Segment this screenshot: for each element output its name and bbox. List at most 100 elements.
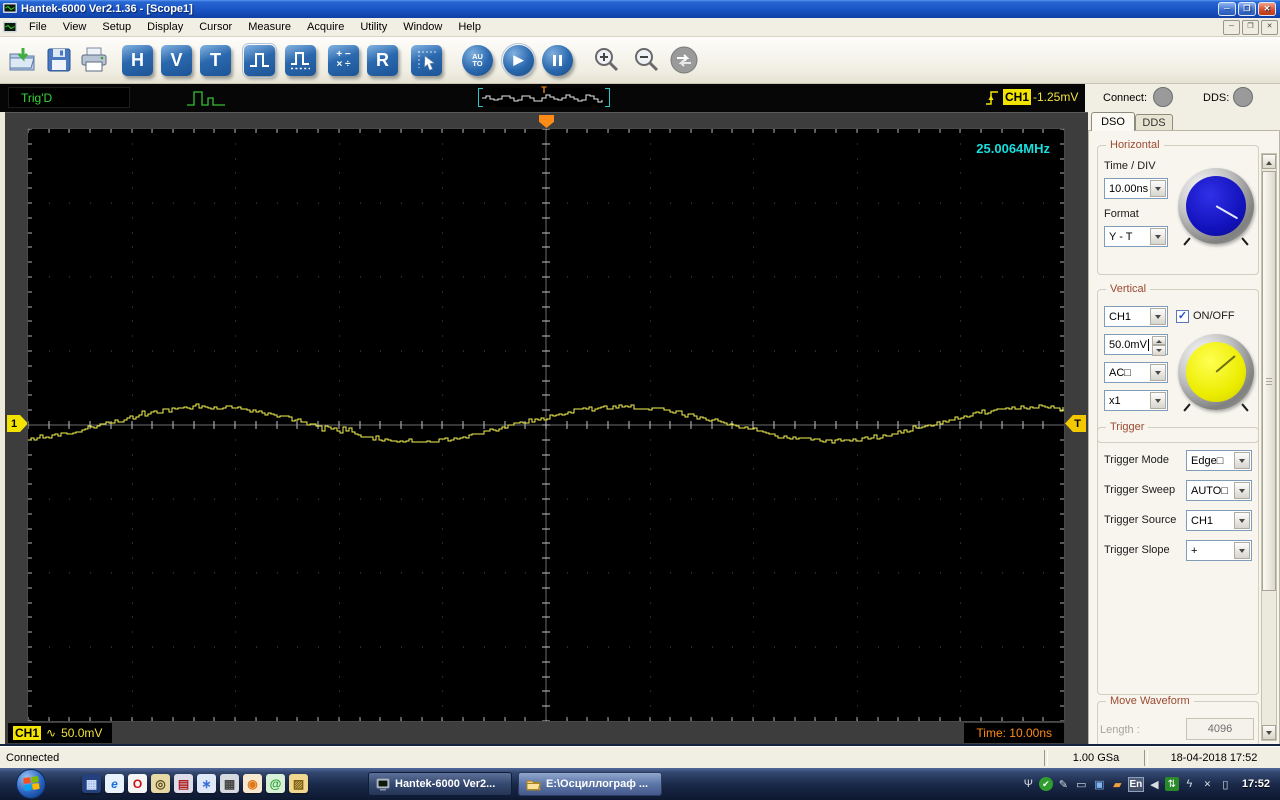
trigger-mode-select[interactable]: Edge□ bbox=[1186, 450, 1252, 471]
chevron-down-icon[interactable] bbox=[1234, 452, 1250, 469]
close-button[interactable]: ✕ bbox=[1258, 2, 1276, 16]
channel-select[interactable]: CH1 bbox=[1104, 306, 1168, 327]
menu-setup[interactable]: Setup bbox=[94, 19, 139, 35]
scroll-down-icon[interactable] bbox=[1262, 725, 1276, 740]
menu-utility[interactable]: Utility bbox=[352, 19, 395, 35]
menu-help[interactable]: Help bbox=[450, 19, 489, 35]
save-button[interactable] bbox=[46, 47, 72, 73]
time-div-select[interactable]: 10.00ns bbox=[1104, 178, 1168, 199]
status-bar: Connected 1.00 GSa 18-04-2018 17:52 bbox=[0, 746, 1280, 768]
print-button[interactable] bbox=[80, 47, 108, 73]
language-indicator[interactable]: En bbox=[1127, 776, 1144, 792]
math-button[interactable]: + − × ÷ bbox=[328, 44, 359, 76]
power-icon[interactable]: ϟ bbox=[1182, 777, 1197, 792]
chevron-down-icon[interactable] bbox=[1150, 364, 1166, 381]
chevron-down-icon[interactable] bbox=[1150, 180, 1166, 197]
onoff-checkbox[interactable] bbox=[1176, 310, 1189, 323]
antivirus-icon[interactable]: ✔ bbox=[1038, 777, 1053, 791]
volume-icon[interactable]: ◀ bbox=[1147, 777, 1162, 792]
chevron-down-icon[interactable] bbox=[1150, 308, 1166, 325]
pause-button[interactable] bbox=[542, 44, 573, 76]
archive-app[interactable]: ▨ bbox=[289, 774, 308, 793]
dual-display-icon[interactable]: ▣ bbox=[1092, 777, 1107, 792]
menu-cursor[interactable]: Cursor bbox=[191, 19, 240, 35]
media-player-app[interactable]: ◉ bbox=[243, 774, 262, 793]
opera-browser[interactable]: O bbox=[128, 774, 147, 793]
probe-select[interactable]: x1 bbox=[1104, 390, 1168, 411]
reference-button[interactable]: R bbox=[367, 44, 398, 76]
battery-icon[interactable]: ▯ bbox=[1218, 777, 1233, 792]
tab-dds[interactable]: DDS bbox=[1135, 114, 1173, 131]
monitor-icon bbox=[376, 778, 390, 790]
menu-view[interactable]: View bbox=[55, 19, 95, 35]
waveform-reference-button[interactable] bbox=[285, 44, 316, 76]
sidebar-scrollbar[interactable] bbox=[1261, 153, 1277, 741]
backup-utility[interactable]: ▤ bbox=[174, 774, 193, 793]
open-file-button[interactable] bbox=[8, 46, 38, 74]
tablet-pen-icon[interactable]: ✎ bbox=[1056, 777, 1071, 792]
chevron-down-icon[interactable] bbox=[1234, 512, 1250, 529]
volts-div-spinner[interactable]: 50.0mV bbox=[1104, 334, 1168, 356]
self-calibration-button[interactable] bbox=[669, 45, 699, 75]
horizontal-knob[interactable] bbox=[1178, 168, 1254, 246]
graticule[interactable]: 25.0064MHz bbox=[27, 128, 1065, 722]
safely-remove-icon[interactable]: ✕ bbox=[1200, 777, 1215, 792]
spin-down-icon[interactable] bbox=[1152, 345, 1166, 356]
horizontal-panel-button[interactable]: H bbox=[122, 44, 153, 76]
menu-display[interactable]: Display bbox=[139, 19, 191, 35]
menu-measure[interactable]: Measure bbox=[240, 19, 299, 35]
trigger-mode-label: Trigger Mode bbox=[1104, 454, 1170, 466]
channel1-level-marker[interactable]: 1 bbox=[7, 415, 28, 432]
calculator-app[interactable]: ▦ bbox=[220, 774, 239, 793]
mdi-restore-button[interactable]: ❐ bbox=[1242, 19, 1259, 35]
taskbar-window-hantek[interactable]: Hantek-6000 Ver2... bbox=[368, 772, 512, 796]
waveform-normal-button[interactable] bbox=[242, 42, 277, 78]
usb-storage-icon[interactable]: ▰ bbox=[1110, 777, 1125, 792]
channel-chip: CH1 bbox=[13, 726, 42, 740]
connection-status: Connected bbox=[6, 751, 60, 764]
menu-file[interactable]: File bbox=[21, 19, 55, 35]
show-desktop[interactable]: ▦ bbox=[82, 774, 101, 793]
pulse-icon bbox=[249, 53, 269, 67]
waveform-preview[interactable]: T bbox=[478, 85, 610, 107]
start-button[interactable] bbox=[16, 769, 46, 799]
chevron-down-icon[interactable] bbox=[1150, 392, 1166, 409]
mdi-minimize-button[interactable]: ─ bbox=[1223, 19, 1240, 35]
minimize-button[interactable]: ─ bbox=[1218, 2, 1236, 16]
chevron-down-icon[interactable] bbox=[1150, 228, 1166, 245]
zoom-in-button[interactable] bbox=[591, 45, 621, 75]
trigger-position-marker[interactable] bbox=[539, 115, 554, 128]
trigger-level-marker[interactable]: T bbox=[1065, 415, 1086, 432]
taskbar-window-explorer[interactable]: E:\Осциллограф ... bbox=[518, 772, 662, 796]
trigger-source-select[interactable]: CH1 bbox=[1186, 510, 1252, 531]
display-error-icon[interactable]: ▭ bbox=[1074, 777, 1089, 792]
chat-app[interactable]: @ bbox=[266, 774, 285, 793]
autoset-button[interactable]: AUTO bbox=[462, 44, 493, 76]
trigger-slope-select[interactable]: + bbox=[1186, 540, 1252, 561]
trigger-panel-button[interactable]: T bbox=[200, 44, 231, 76]
coupling-select[interactable]: AC□ bbox=[1104, 362, 1168, 383]
vertical-knob[interactable] bbox=[1178, 334, 1254, 412]
scroll-up-icon[interactable] bbox=[1262, 154, 1276, 169]
internet-explorer[interactable]: e bbox=[105, 774, 124, 793]
sync-icon[interactable]: ⇅ bbox=[1164, 777, 1179, 791]
menu-acquire[interactable]: Acquire bbox=[299, 19, 352, 35]
search-utility[interactable]: ◎ bbox=[151, 774, 170, 793]
cursor-measure-button[interactable] bbox=[411, 44, 442, 76]
menu-window[interactable]: Window bbox=[395, 19, 450, 35]
vertical-panel-button[interactable]: V bbox=[161, 44, 192, 76]
chevron-down-icon[interactable] bbox=[1234, 542, 1250, 559]
frequency-readout: 25.0064MHz bbox=[976, 141, 1050, 156]
wireless-network-icon[interactable]: Ψ bbox=[1021, 777, 1036, 792]
scrollbar-thumb[interactable] bbox=[1262, 171, 1276, 591]
graphics-app[interactable]: ∗ bbox=[197, 774, 216, 793]
trigger-sweep-select[interactable]: AUTO□ bbox=[1186, 480, 1252, 501]
maximize-button[interactable]: ❐ bbox=[1238, 2, 1256, 16]
tab-dso[interactable]: DSO bbox=[1091, 112, 1135, 131]
format-select[interactable]: Y - T bbox=[1104, 226, 1168, 247]
run-button[interactable]: ▶ bbox=[501, 42, 536, 78]
zoom-out-button[interactable] bbox=[631, 45, 661, 75]
spin-up-icon[interactable] bbox=[1152, 336, 1166, 345]
chevron-down-icon[interactable] bbox=[1234, 482, 1250, 499]
mdi-close-button[interactable]: ✕ bbox=[1261, 19, 1278, 35]
